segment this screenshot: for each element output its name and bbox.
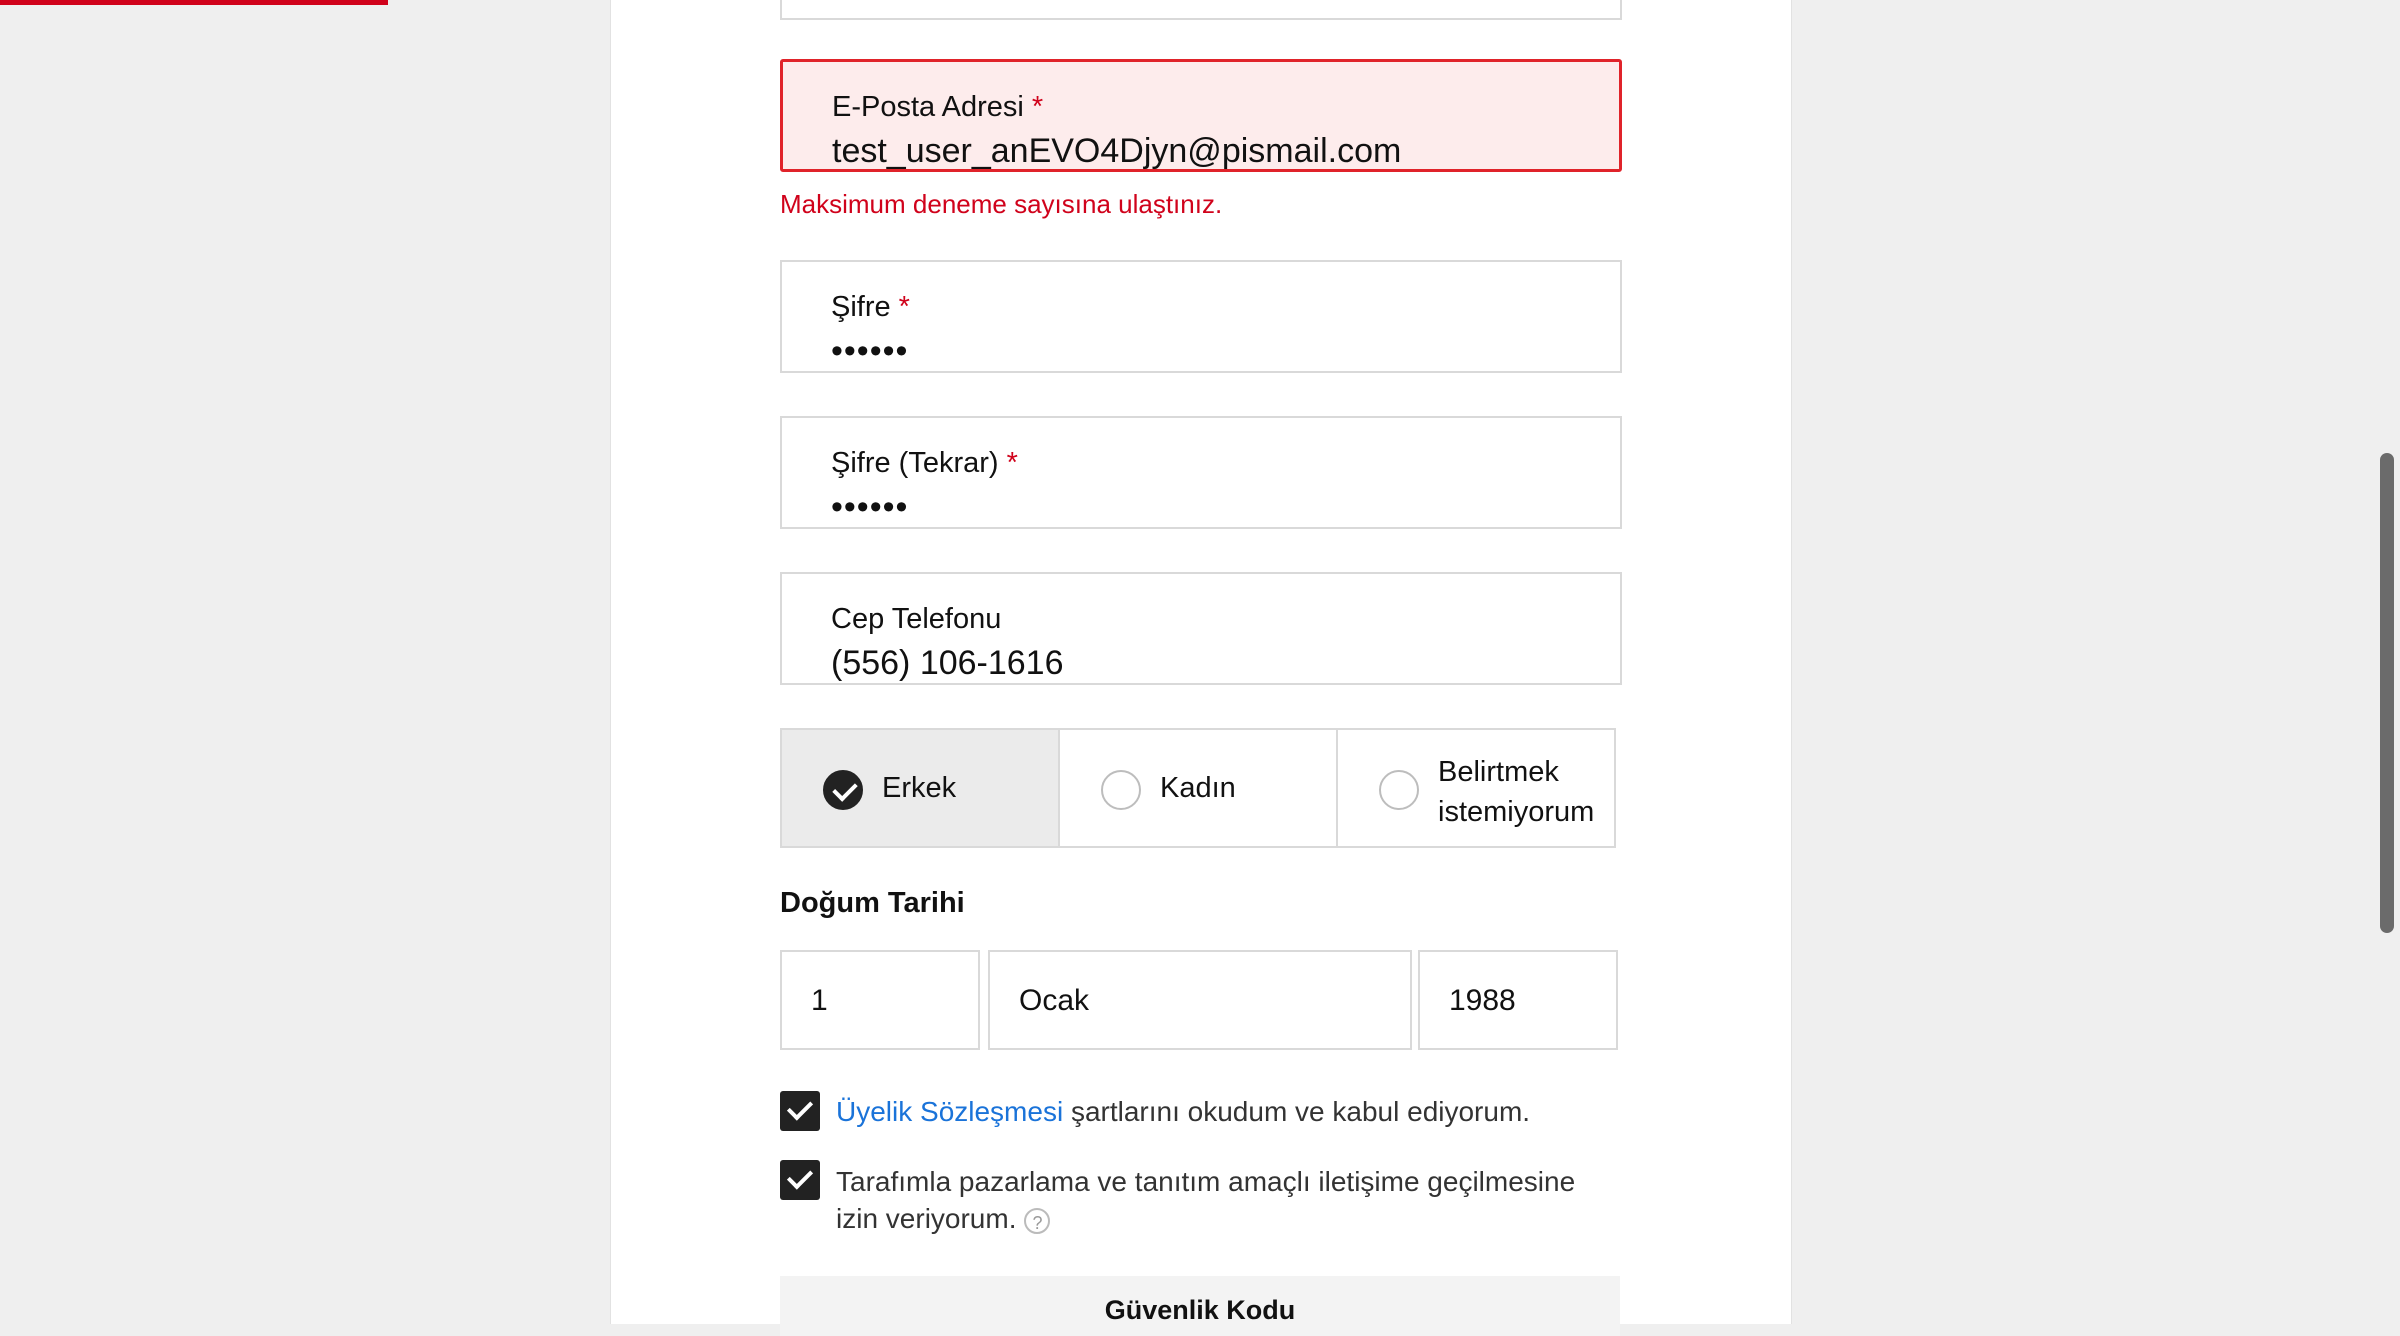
gender-option-label: Belirtmek istemiyorum (1438, 756, 1595, 828)
password-repeat-value[interactable]: •••••• (831, 488, 908, 527)
birth-year-select[interactable]: 1988 (1418, 950, 1618, 1050)
birth-day-value: 1 (811, 984, 828, 1017)
required-mark: * (1031, 91, 1044, 123)
membership-checkbox[interactable] (780, 1091, 820, 1131)
gender-selector: Erkek Kadın Belirtmek istemiyorum (780, 728, 1621, 848)
marketing-checkbox[interactable] (780, 1160, 820, 1200)
membership-agreement-text: Üyelik Sözleşmesi şartlarını okudum ve k… (836, 1096, 1531, 1127)
email-value[interactable]: test_user_anEVO4Djyn@pismail.com (832, 132, 1401, 171)
birth-year-value: 1988 (1449, 984, 1516, 1017)
gender-option-female[interactable]: Kadın (1058, 728, 1338, 848)
security-code-title: Güvenlik Kodu (1104, 1295, 1296, 1325)
previous-field[interactable] (780, 0, 1622, 20)
email-field[interactable]: E-Posta Adresi * test_user_anEVO4Djyn@pis… (780, 59, 1622, 172)
top-progress-accent (0, 0, 388, 5)
scrollbar-thumb[interactable] (2380, 453, 2394, 933)
birth-date-title: Doğum Tarihi (780, 887, 965, 919)
marketing-consent-text: Tarafımla pazarlama ve tanıtım amaçlı il… (836, 1166, 1576, 1234)
password-label: Şifre * (831, 291, 910, 323)
gender-option-label: Kadın (1160, 772, 1236, 804)
radio-circle-icon (1101, 770, 1141, 810)
birth-day-select[interactable]: 1 (780, 950, 980, 1050)
email-error-message: Maksimum deneme sayısına ulaştınız. (780, 189, 1223, 219)
phone-value[interactable]: (556) 106-1616 (831, 644, 1064, 683)
radio-circle-icon (1379, 770, 1419, 810)
required-mark: * (898, 291, 910, 323)
email-label: E-Posta Adresi * (832, 91, 1044, 123)
help-icon[interactable]: ? (1024, 1207, 1051, 1234)
password-field[interactable]: Şifre * •••••• (780, 260, 1622, 373)
password-repeat-field[interactable]: Şifre (Tekrar) * •••••• (780, 416, 1622, 529)
birth-month-select[interactable]: Ocak (988, 950, 1412, 1050)
required-mark: * (1006, 447, 1018, 479)
gender-option-label: Erkek (882, 772, 957, 804)
password-repeat-label: Şifre (Tekrar) * (831, 447, 1018, 479)
check-circle-icon (823, 770, 863, 810)
phone-field[interactable]: Cep Telefonu (556) 106-1616 (780, 572, 1622, 685)
gender-option-male[interactable]: Erkek (780, 728, 1060, 848)
gender-option-unspecified[interactable]: Belirtmek istemiyorum (1336, 728, 1616, 848)
birth-month-value: Ocak (1019, 984, 1090, 1017)
membership-agreement-link[interactable]: Üyelik Sözleşmesi (836, 1096, 1063, 1127)
password-value[interactable]: •••••• (831, 332, 908, 371)
phone-label: Cep Telefonu (831, 603, 1002, 635)
security-code-section: Güvenlik Kodu (780, 1276, 1620, 1336)
